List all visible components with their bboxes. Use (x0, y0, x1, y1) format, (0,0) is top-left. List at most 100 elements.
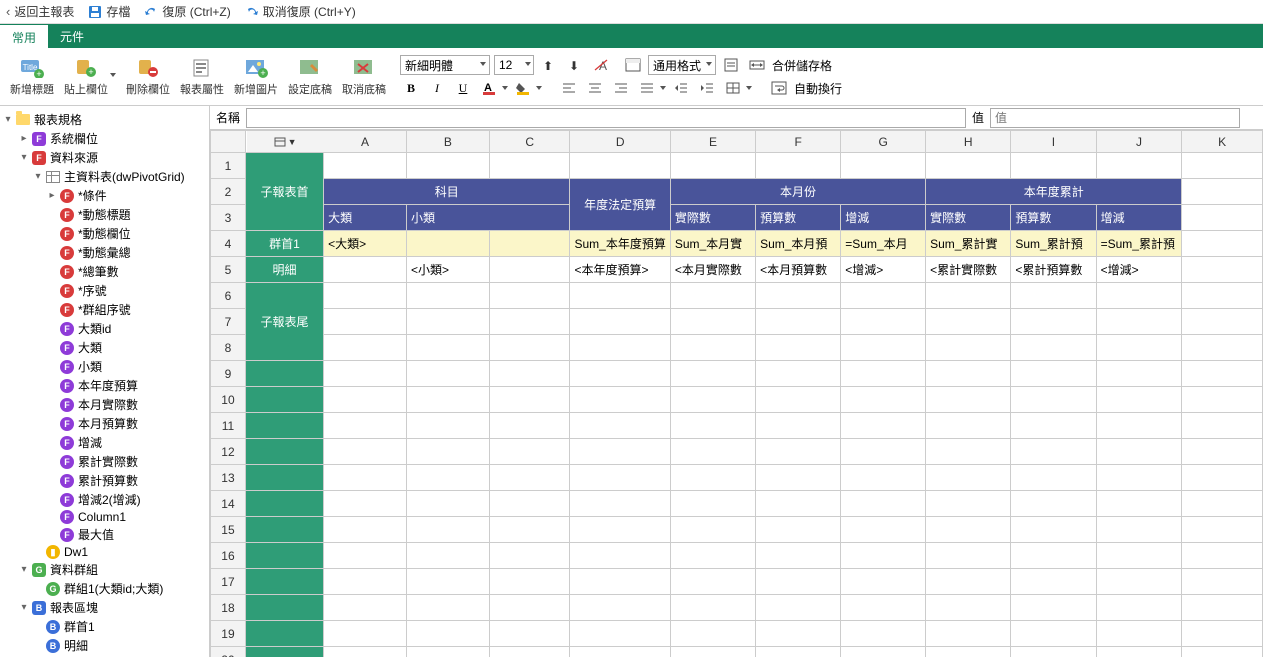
tree-item[interactable]: Dw1 (64, 545, 88, 559)
shrink-font-button[interactable]: ⬇ (564, 55, 586, 75)
ribbon: Title+ 新增標題 + 貼上欄位 刪除欄位 報表屬性 + 新增圖片 設定底稿… (0, 48, 1263, 106)
align-center-button[interactable] (584, 78, 606, 98)
col-header[interactable]: I (1011, 131, 1096, 153)
tab-common[interactable]: 常用 (0, 24, 48, 48)
tree-item[interactable]: 累計預算數 (78, 472, 138, 489)
col-header[interactable]: G (841, 131, 926, 153)
font-select[interactable]: 新細明體 (400, 55, 490, 75)
underline-button[interactable]: U (452, 78, 474, 98)
tree-item[interactable]: 累計實際數 (78, 453, 138, 470)
clear-format-button[interactable]: A (590, 55, 612, 75)
back-button[interactable]: ‹ 返回主報表 (6, 3, 74, 20)
unset-template-button[interactable]: 取消底稿 (338, 55, 390, 99)
paste-dropdown[interactable] (110, 73, 116, 77)
value-input[interactable] (990, 108, 1240, 128)
section-subfooter[interactable]: 子報表尾 (245, 283, 323, 361)
col-header[interactable]: A (324, 131, 407, 153)
tree-item[interactable]: 群組1(大類id;大類) (64, 580, 163, 597)
tree-root[interactable]: 報表規格 (34, 111, 82, 128)
fill-color-button[interactable] (512, 78, 542, 98)
tree-item[interactable]: 增減 (78, 434, 102, 451)
tree-item[interactable]: *動態欄位 (78, 225, 131, 242)
grow-font-button[interactable]: ⬆ (538, 55, 560, 75)
tree-item[interactable]: *序號 (78, 282, 107, 299)
more-formats-icon[interactable] (720, 55, 742, 75)
align-justify-button[interactable] (636, 78, 666, 98)
delete-col-button[interactable]: 刪除欄位 (122, 55, 174, 99)
tree-toggle[interactable]: ▾ (18, 152, 30, 164)
tree-item[interactable]: 資料群組 (50, 561, 98, 578)
col-header[interactable]: D (570, 131, 670, 153)
redo-button[interactable]: 取消復原 (Ctrl+Y) (245, 3, 356, 20)
add-title-button[interactable]: Title+ 新增標題 (6, 55, 58, 99)
section-group1[interactable]: 群首1 (245, 231, 323, 257)
tree-item[interactable]: 主資料表(dwPivotGrid) (64, 168, 185, 185)
name-input[interactable] (246, 108, 966, 128)
decrease-indent-button[interactable] (670, 78, 692, 98)
field-icon: F (60, 246, 74, 260)
tree-toggle[interactable]: ▾ (32, 171, 44, 183)
tree-item[interactable]: *動態標題 (78, 206, 131, 223)
col-header[interactable]: K (1182, 131, 1263, 153)
tree-toggle[interactable]: ▾ (18, 564, 30, 576)
tree-item[interactable]: 本月預算數 (78, 415, 138, 432)
tree-item[interactable]: 系統欄位 (50, 130, 98, 147)
paste-col-button[interactable]: + 貼上欄位 (60, 55, 112, 99)
font-size-select[interactable]: 12 (494, 55, 534, 75)
hdr-subject[interactable]: 科目 (324, 179, 570, 205)
section-subheader[interactable]: 子報表首 (245, 153, 323, 231)
menubar: ‹ 返回主報表 存檔 復原 (Ctrl+Z) 取消復原 (Ctrl+Y) (0, 0, 1263, 24)
align-left-button[interactable] (558, 78, 580, 98)
tree-toggle[interactable]: ▾ (2, 114, 14, 126)
section-detail[interactable]: 明細 (245, 257, 323, 283)
hdr-month[interactable]: 本月份 (670, 179, 925, 205)
tree-item[interactable]: 小類 (78, 358, 102, 375)
number-format-select[interactable]: 通用格式 (648, 55, 716, 75)
tree-toggle[interactable]: ▸ (46, 190, 58, 202)
col-header[interactable]: J (1096, 131, 1182, 153)
borders-button[interactable] (722, 78, 752, 98)
tree-item[interactable]: 報表區塊 (50, 599, 98, 616)
tree-toggle[interactable]: ▸ (18, 133, 30, 145)
wrap-text-icon[interactable] (768, 78, 790, 98)
tab-component[interactable]: 元件 (48, 24, 96, 48)
tree-panel[interactable]: ▾ 報表規格 ▸ F 系統欄位 ▾ F 資料來源 ▾ 主資料表(dwPivotGrid) ▸… (0, 106, 210, 657)
tree-item[interactable]: *條件 (78, 187, 107, 204)
tree-item[interactable]: 本月實際數 (78, 396, 138, 413)
tree-item[interactable]: 大類 (78, 339, 102, 356)
tree-item[interactable]: 群首1 (64, 618, 95, 635)
tree-item[interactable]: 本年度預算 (78, 377, 138, 394)
col-header[interactable]: B (406, 131, 489, 153)
report-prop-button[interactable]: 報表屬性 (176, 55, 228, 99)
tree-item[interactable]: *總筆數 (78, 263, 119, 280)
set-template-button[interactable]: 設定底稿 (284, 55, 336, 99)
hdr-ytd[interactable]: 本年度累計 (926, 179, 1182, 205)
col-header[interactable]: E (670, 131, 755, 153)
col-header[interactable]: H (926, 131, 1011, 153)
field-icon: F (60, 322, 74, 336)
increase-indent-button[interactable] (696, 78, 718, 98)
tree-item[interactable]: 最大值 (78, 526, 114, 543)
tree-item[interactable]: *群組序號 (78, 301, 131, 318)
format-cells-icon[interactable] (622, 55, 644, 75)
tree-item[interactable]: 大類id (78, 320, 111, 337)
tree-item[interactable]: 明細 (64, 637, 88, 654)
add-image-button[interactable]: + 新增圖片 (230, 55, 282, 99)
font-color-button[interactable]: A (478, 78, 508, 98)
tree-item[interactable]: Column1 (78, 510, 126, 524)
save-icon (88, 5, 102, 19)
bold-button[interactable]: B (400, 78, 422, 98)
tree-toggle[interactable]: ▾ (18, 602, 30, 614)
report-grid[interactable]: ▼ABCDEFGHIJK1子報表首2科目年度法定預算本月份本年度累計3大類小類實… (210, 130, 1263, 657)
tree-item[interactable]: 資料來源 (50, 149, 98, 166)
col-header[interactable]: C (489, 131, 570, 153)
tree-item[interactable]: *動態彙總 (78, 244, 131, 261)
align-right-button[interactable] (610, 78, 632, 98)
hdr-year-budget[interactable]: 年度法定預算 (570, 179, 670, 231)
undo-button[interactable]: 復原 (Ctrl+Z) (144, 3, 230, 20)
save-button[interactable]: 存檔 (88, 3, 130, 20)
tree-item[interactable]: 增減2(增減) (78, 491, 141, 508)
italic-button[interactable]: I (426, 78, 448, 98)
merge-cells-icon[interactable] (746, 55, 768, 75)
col-header[interactable]: F (756, 131, 841, 153)
